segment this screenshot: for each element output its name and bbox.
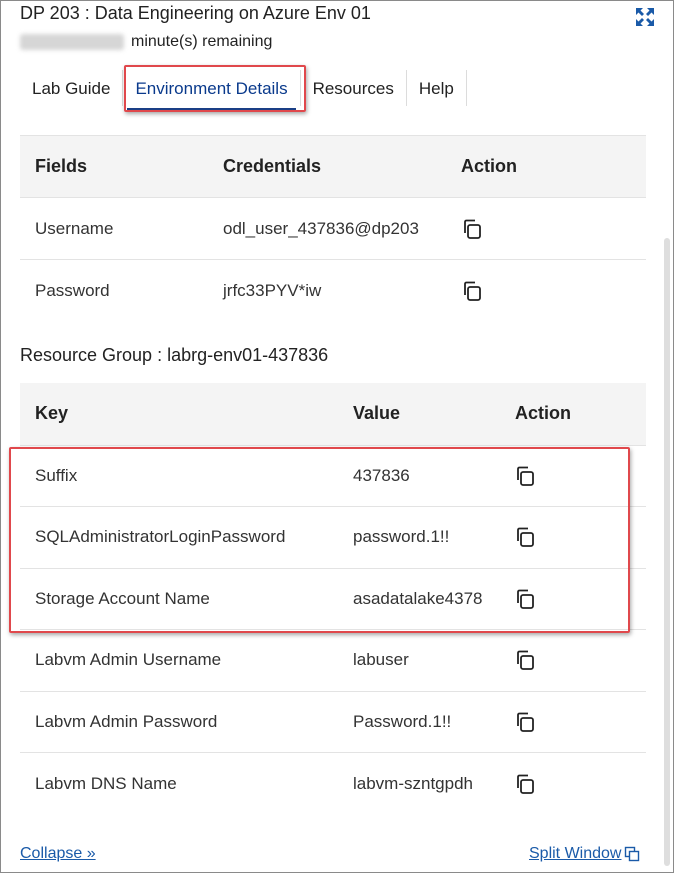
column-header: Fields: [20, 135, 208, 198]
resource-group-label: Resource Group : labrg-env01-437836: [20, 345, 329, 365]
field-name: Username: [20, 197, 208, 260]
split-window-label: Split Window: [529, 845, 622, 862]
key-cell: Labvm Admin Username: [20, 629, 338, 691]
value-cell: password.1!!: [338, 506, 500, 568]
table-row: Storage Account Name asadatalake4378: [20, 567, 646, 630]
table-row: Username odl_user_437836@dp203: [20, 197, 646, 260]
column-header: Action: [500, 383, 646, 446]
copy-icon[interactable]: [461, 218, 483, 240]
tab-bar: Lab Guide Environment Details Resources …: [20, 70, 467, 111]
key-cell: SQLAdministratorLoginPassword: [20, 506, 338, 568]
scrollbar[interactable]: [664, 238, 670, 866]
timer-label: minute(s) remaining: [131, 33, 273, 50]
value-cell: asadatalake4378: [338, 567, 500, 630]
column-header: Credentials: [208, 135, 446, 198]
action-cell: [446, 259, 646, 322]
credential-value: jrfc33PYV*iw: [208, 259, 446, 322]
resource-table: Key Value Action Suffix 437836 SQLAdmini…: [20, 383, 646, 814]
copy-icon[interactable]: [461, 280, 483, 302]
table-row: Labvm Admin Username labuser: [20, 629, 646, 691]
action-cell: [500, 567, 646, 630]
value-cell: Password.1!!: [338, 690, 500, 753]
key-cell: Suffix: [20, 444, 338, 507]
column-header: Key: [20, 383, 338, 446]
table-row: SQLAdministratorLoginPassword password.1…: [20, 506, 646, 568]
field-name: Password: [20, 259, 208, 322]
expand-arrows-icon[interactable]: [634, 6, 656, 28]
action-cell: [500, 506, 646, 568]
time-remaining: minute(s) remaining: [20, 33, 272, 51]
redacted-timer-value: [20, 34, 124, 50]
copy-icon[interactable]: [514, 526, 536, 548]
credentials-table: Fields Credentials Action Username odl_u…: [20, 135, 646, 322]
tab-lab-guide[interactable]: Lab Guide: [20, 70, 124, 106]
value-cell: labvm-szntgpdh: [338, 752, 500, 814]
copy-icon[interactable]: [514, 773, 536, 795]
credential-value: odl_user_437836@dp203: [208, 197, 446, 260]
value-cell: labuser: [338, 629, 500, 691]
copy-icon[interactable]: [514, 649, 536, 671]
split-window-link[interactable]: Split Window: [529, 845, 640, 863]
column-header: Action: [446, 135, 646, 198]
table-row: Labvm Admin Password Password.1!!: [20, 690, 646, 753]
table-header-row: Key Value Action: [20, 383, 646, 446]
table-row: Labvm DNS Name labvm-szntgpdh: [20, 752, 646, 814]
copy-icon[interactable]: [514, 711, 536, 733]
action-cell: [500, 444, 646, 507]
action-cell: [446, 197, 646, 260]
tab-resources[interactable]: Resources: [301, 70, 407, 106]
copy-icon[interactable]: [514, 465, 536, 487]
key-cell: Labvm DNS Name: [20, 752, 338, 814]
collapse-link[interactable]: Collapse »: [20, 845, 96, 863]
page-title: DP 203 : Data Engineering on Azure Env 0…: [20, 3, 371, 23]
table-row: Password jrfc33PYV*iw: [20, 259, 646, 322]
copy-icon[interactable]: [514, 588, 536, 610]
action-cell: [500, 752, 646, 814]
key-cell: Storage Account Name: [20, 567, 338, 630]
column-header: Value: [338, 383, 500, 446]
table-row: Suffix 437836: [20, 444, 646, 507]
value-cell: 437836: [338, 444, 500, 507]
key-cell: Labvm Admin Password: [20, 690, 338, 753]
table-header-row: Fields Credentials Action: [20, 135, 646, 198]
tab-help[interactable]: Help: [407, 70, 467, 106]
tab-environment-details[interactable]: Environment Details: [123, 70, 301, 111]
action-cell: [500, 690, 646, 753]
action-cell: [500, 629, 646, 691]
split-window-icon: [625, 846, 640, 862]
